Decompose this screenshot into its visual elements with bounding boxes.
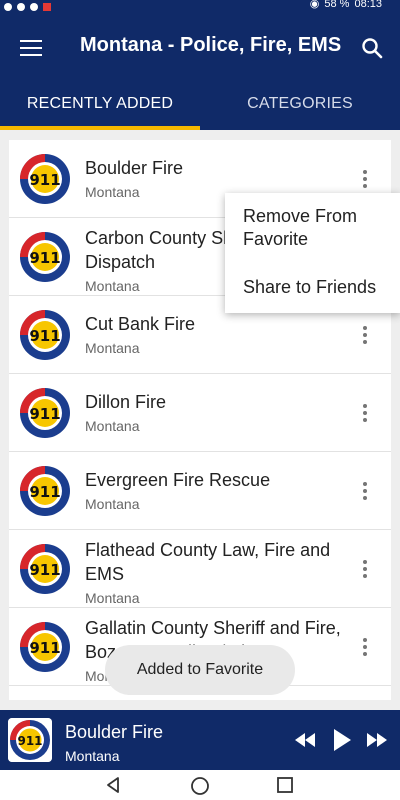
list-item[interactable]: 911 Dillon Fire Montana bbox=[9, 374, 391, 452]
station-location: Montana bbox=[85, 340, 140, 356]
tab-bar: RECENTLY ADDED CATEGORIES bbox=[0, 90, 400, 130]
station-title: Boulder Fire bbox=[85, 158, 184, 178]
station-location: Montana bbox=[85, 590, 140, 606]
more-options-icon[interactable] bbox=[357, 482, 373, 502]
more-options-icon[interactable] bbox=[357, 404, 373, 424]
list-item-text: Flathead County Law, Fire and EMS Montan… bbox=[85, 538, 345, 606]
logo-text: 911 bbox=[29, 405, 60, 423]
player-station-logo: 911 bbox=[8, 718, 52, 762]
logo-text: 911 bbox=[29, 327, 60, 345]
logo-text: 911 bbox=[29, 483, 60, 501]
station-logo: 911 bbox=[20, 310, 70, 360]
station-logo: 911 bbox=[20, 544, 70, 594]
player-subtitle: Montana bbox=[65, 748, 120, 764]
remove-from-favorite-option[interactable]: Remove From Favorite bbox=[225, 205, 400, 251]
home-icon[interactable] bbox=[190, 776, 210, 796]
system-nav-bar bbox=[0, 770, 400, 800]
app-bar: Montana - Police, Fire, EMS RECENTLY ADD… bbox=[0, 14, 400, 130]
more-options-icon[interactable] bbox=[357, 170, 373, 190]
logo-text: 911 bbox=[29, 249, 60, 267]
list-item[interactable]: 911 Evergreen Fire Rescue Montana bbox=[9, 452, 391, 530]
status-right: ◉ 58 % 08:13 bbox=[310, 0, 382, 10]
logo-text: 911 bbox=[29, 171, 60, 189]
player-title: Boulder Fire bbox=[65, 722, 164, 742]
more-options-icon[interactable] bbox=[357, 560, 373, 580]
clock: 08:13 bbox=[354, 0, 382, 10]
notification-icon bbox=[17, 3, 25, 11]
more-options-icon[interactable] bbox=[357, 326, 373, 346]
station-logo: 911 bbox=[20, 232, 70, 282]
list-item-text: Evergreen Fire Rescue Montana bbox=[85, 468, 345, 512]
logo-text: 911 bbox=[29, 639, 60, 657]
station-title: Dillon Fire bbox=[85, 392, 167, 412]
logo-text: 911 bbox=[17, 734, 42, 748]
page-title: Montana - Police, Fire, EMS bbox=[80, 34, 342, 56]
station-title: Cut Bank Fire bbox=[85, 314, 196, 334]
station-title: Evergreen Fire Rescue bbox=[85, 470, 271, 490]
more-options-icon[interactable] bbox=[357, 638, 373, 658]
active-tab-indicator bbox=[0, 126, 200, 130]
notification-icon bbox=[30, 3, 38, 11]
list-item-text: Dillon Fire Montana bbox=[85, 390, 345, 434]
station-logo: 911 bbox=[20, 388, 70, 438]
toast-message: Added to Favorite bbox=[105, 645, 295, 695]
share-to-friends-option[interactable]: Share to Friends bbox=[225, 276, 400, 299]
status-icons bbox=[4, 0, 51, 14]
logo-text: 911 bbox=[29, 561, 60, 579]
station-logo: 911 bbox=[20, 622, 70, 672]
station-logo: 911 bbox=[20, 154, 70, 204]
rewind-icon[interactable] bbox=[294, 729, 316, 751]
notification-icon bbox=[4, 3, 12, 11]
station-location: Montana bbox=[85, 496, 140, 512]
context-menu: Remove From Favorite Share to Friends bbox=[225, 193, 400, 313]
back-icon[interactable] bbox=[104, 776, 122, 794]
station-logo: 911 bbox=[20, 466, 70, 516]
tab-categories[interactable]: CATEGORIES bbox=[200, 90, 400, 130]
hamburger-menu-icon[interactable] bbox=[20, 40, 42, 56]
list-item-text: Cut Bank Fire Montana bbox=[85, 312, 345, 356]
mini-player[interactable]: 911 Boulder Fire Montana bbox=[0, 710, 400, 770]
fast-forward-icon[interactable] bbox=[366, 729, 388, 751]
search-icon[interactable] bbox=[360, 36, 384, 60]
station-location: Montana bbox=[85, 418, 140, 434]
wifi-icon: ◉ bbox=[309, 0, 320, 10]
notification-icon bbox=[43, 3, 51, 11]
battery-level: 58 % bbox=[324, 0, 350, 10]
status-bar: ◉ 58 % 08:13 bbox=[0, 0, 400, 14]
play-icon[interactable] bbox=[332, 728, 352, 752]
recents-icon[interactable] bbox=[276, 776, 294, 794]
station-title: Flathead County Law, Fire and EMS bbox=[85, 540, 331, 584]
list-item[interactable]: 911 Flathead County Law, Fire and EMS Mo… bbox=[9, 530, 391, 608]
tab-recently-added[interactable]: RECENTLY ADDED bbox=[0, 90, 200, 130]
